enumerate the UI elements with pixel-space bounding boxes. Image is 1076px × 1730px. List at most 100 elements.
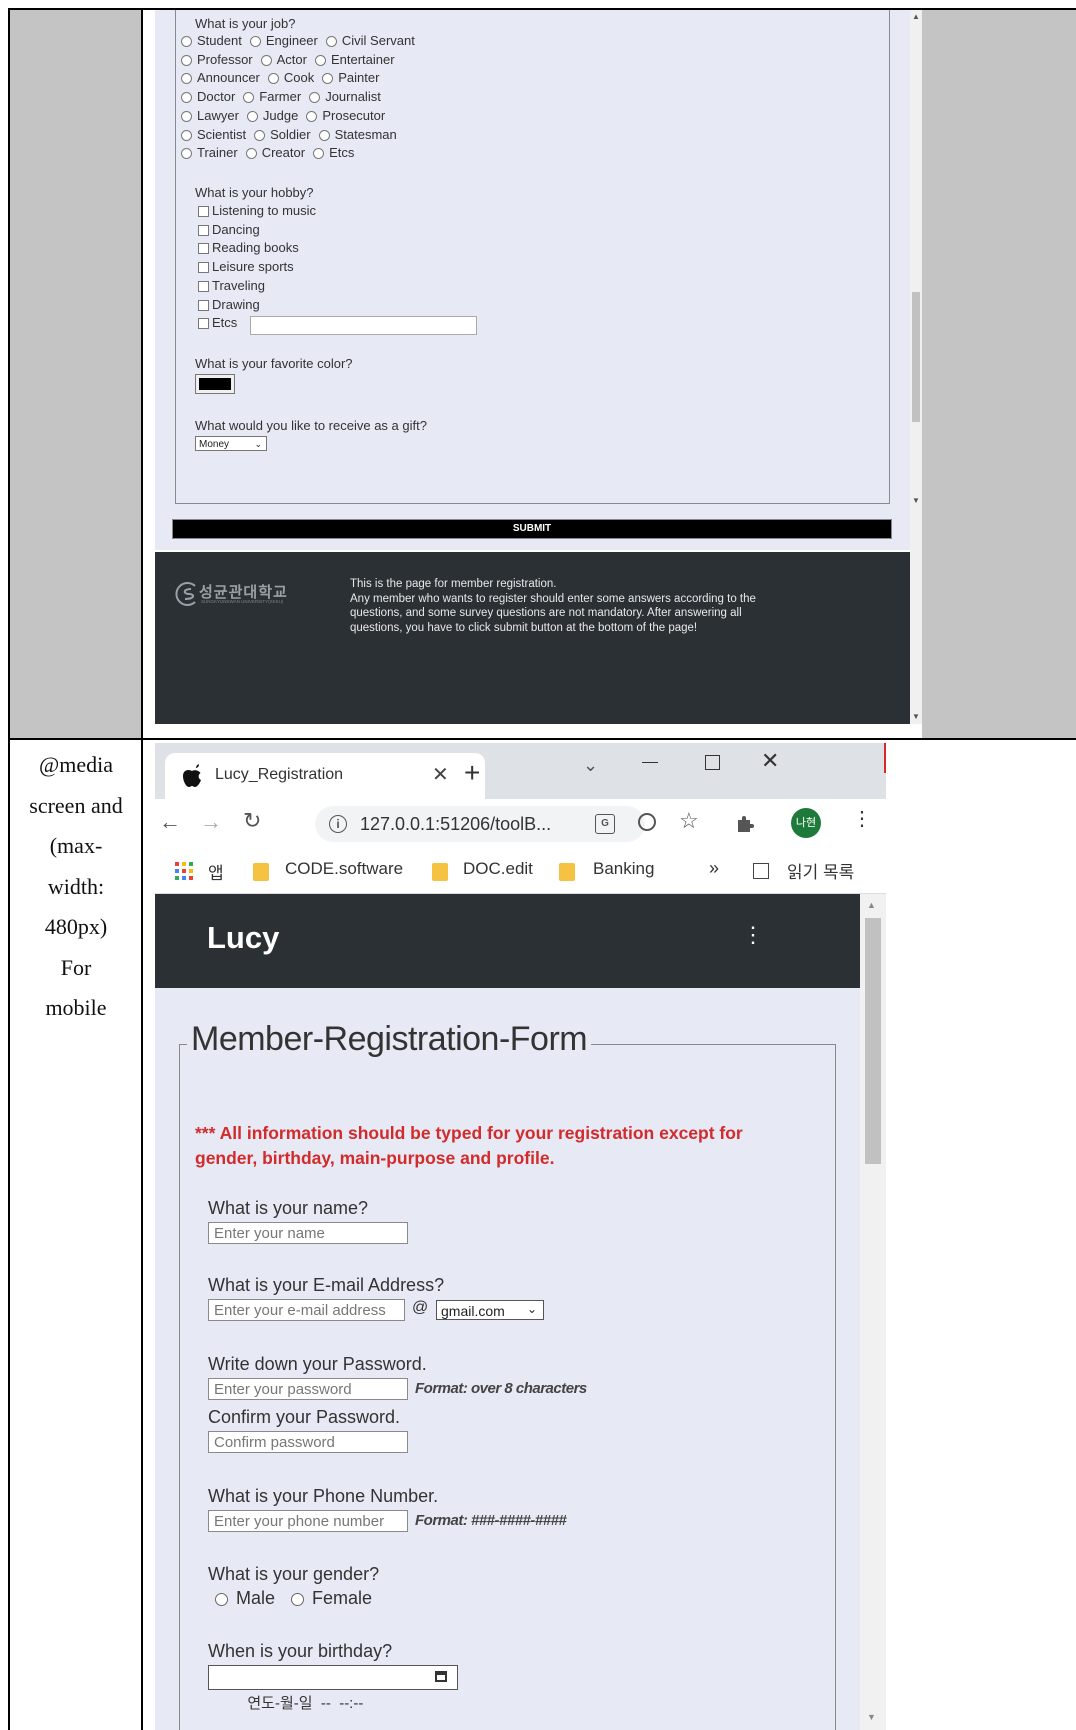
checkbox[interactable] [198, 262, 209, 274]
translate-icon[interactable]: G [595, 814, 615, 834]
email-input[interactable]: Enter your e-mail address [208, 1299, 405, 1321]
scroll-down-arrow[interactable]: ▼ [912, 712, 920, 721]
browser-tab[interactable]: Lucy_Registration ✕ [165, 753, 485, 799]
reading-list-icon[interactable] [753, 863, 769, 879]
scroll-down-arrow[interactable]: ▼ [912, 496, 920, 505]
maximize-icon[interactable] [705, 755, 720, 770]
password-input[interactable]: Enter your password [208, 1378, 408, 1400]
job-option[interactable]: Soldier [254, 127, 311, 142]
job-option[interactable]: Engineer [249, 33, 318, 48]
checkbox[interactable] [198, 299, 209, 311]
checkbox[interactable] [198, 243, 209, 255]
radio-button[interactable] [318, 129, 330, 141]
page-scrollbar[interactable]: ▲ ▼ [860, 894, 886, 1730]
menu-kebab-icon[interactable]: ⋮ [852, 809, 872, 829]
radio-button[interactable] [181, 148, 192, 160]
checkbox[interactable] [198, 206, 209, 218]
close-window-icon[interactable]: ✕ [761, 748, 779, 774]
hobby-option[interactable]: Traveling [198, 278, 265, 293]
job-option[interactable]: Lawyer [181, 108, 239, 123]
hobby-option[interactable]: Drawing [198, 297, 260, 312]
bookmark-apps[interactable]: 앱 [208, 859, 224, 884]
radio-button[interactable] [249, 36, 261, 48]
radio-button[interactable] [246, 110, 258, 122]
hobby-option[interactable]: Dancing [198, 222, 260, 237]
radio-button[interactable] [267, 73, 279, 85]
hobby-etc-input[interactable] [250, 316, 477, 335]
back-icon[interactable]: ← [159, 811, 181, 833]
job-option[interactable]: Civil Servant [325, 33, 415, 48]
hobby-option[interactable]: Leisure sports [198, 259, 294, 274]
bookmark-code-software[interactable]: CODE.software [285, 859, 403, 879]
scroll-up-arrow[interactable]: ▲ [912, 12, 920, 21]
new-tab-icon[interactable]: + [464, 759, 480, 787]
brand-logo[interactable]: Lucy [207, 920, 279, 956]
bookmark-star-icon[interactable]: ☆ [679, 810, 699, 832]
job-option[interactable]: Cook [267, 70, 314, 85]
radio-button[interactable] [325, 36, 337, 48]
checkbox[interactable] [198, 280, 209, 292]
job-option[interactable]: Painter [322, 70, 379, 85]
job-option[interactable]: Doctor [181, 89, 235, 104]
scrollbar[interactable]: ▲ ▼ ▼ [910, 10, 922, 724]
hobby-option[interactable]: Reading books [198, 240, 299, 255]
job-option[interactable]: Prosecutor [306, 108, 385, 123]
phone-input[interactable]: Enter your phone number [208, 1510, 408, 1532]
job-option[interactable]: Etcs [313, 145, 354, 160]
job-option[interactable]: Scientist [181, 127, 246, 142]
radio-button[interactable] [243, 92, 255, 104]
checkbox[interactable] [198, 224, 209, 236]
scroll-down-arrow[interactable]: ▼ [867, 1712, 876, 1722]
radio-button[interactable] [309, 92, 321, 104]
forward-icon[interactable]: → [200, 811, 222, 833]
job-option[interactable]: Judge [246, 108, 298, 123]
radio-button[interactable] [322, 73, 334, 85]
job-option[interactable]: Farmer [243, 89, 301, 104]
bookmark-doc-edit[interactable]: DOC.edit [463, 859, 533, 879]
bookmark-banking[interactable]: Banking [593, 859, 654, 879]
reading-list[interactable]: 읽기 목록 [787, 858, 854, 883]
reload-icon[interactable]: ↻ [243, 810, 261, 832]
job-option[interactable]: Trainer [181, 145, 238, 160]
radio-button[interactable] [181, 129, 192, 141]
confirm-password-input[interactable]: Confirm password [208, 1431, 408, 1453]
job-option[interactable]: Statesman [318, 127, 397, 142]
gift-select[interactable]: Money ⌄ [195, 436, 267, 451]
calendar-icon[interactable] [435, 1671, 447, 1682]
radio-button[interactable] [313, 148, 325, 160]
nav-menu-kebab-icon[interactable]: ⋮ [742, 922, 764, 948]
scroll-up-arrow[interactable]: ▲ [867, 900, 876, 910]
radio-male[interactable] [215, 1592, 228, 1606]
scroll-thumb[interactable] [865, 918, 881, 1164]
submit-button[interactable]: SUBMIT [172, 519, 892, 539]
extensions-puzzle-icon[interactable] [735, 814, 755, 834]
birthday-input[interactable]: 연도-월-일 -- --:-- [208, 1665, 458, 1712]
zoom-icon[interactable] [638, 813, 656, 831]
name-input[interactable]: Enter your name [208, 1222, 408, 1244]
job-option[interactable]: Actor [260, 52, 307, 67]
tab-search-icon[interactable]: ⌄ [583, 755, 598, 776]
radio-button[interactable] [306, 110, 318, 122]
radio-button[interactable] [245, 148, 257, 160]
job-option[interactable]: Professor [181, 52, 253, 67]
radio-button[interactable] [181, 110, 192, 122]
bookmarks-overflow[interactable]: » [709, 858, 719, 879]
job-option[interactable]: Student [181, 33, 242, 48]
email-domain-select[interactable]: gmail.com ⌄ [436, 1300, 544, 1320]
checkbox[interactable] [198, 318, 209, 330]
radio-female[interactable] [291, 1592, 305, 1606]
color-picker[interactable] [195, 374, 235, 394]
profile-avatar[interactable]: 나현 [791, 808, 821, 838]
radio-button[interactable] [181, 73, 192, 85]
radio-button[interactable] [181, 54, 192, 66]
radio-button[interactable] [254, 129, 266, 141]
job-option[interactable]: Entertainer [314, 52, 395, 67]
hobby-option[interactable]: Listening to music [198, 203, 316, 218]
job-option[interactable]: Announcer [181, 70, 260, 85]
job-option[interactable]: Journalist [309, 89, 381, 104]
radio-button[interactable] [181, 92, 192, 104]
job-option[interactable]: Creator [245, 145, 305, 160]
close-tab-icon[interactable]: ✕ [432, 762, 449, 787]
hobby-option[interactable]: Etcs [198, 315, 237, 330]
scroll-thumb[interactable] [912, 292, 920, 422]
